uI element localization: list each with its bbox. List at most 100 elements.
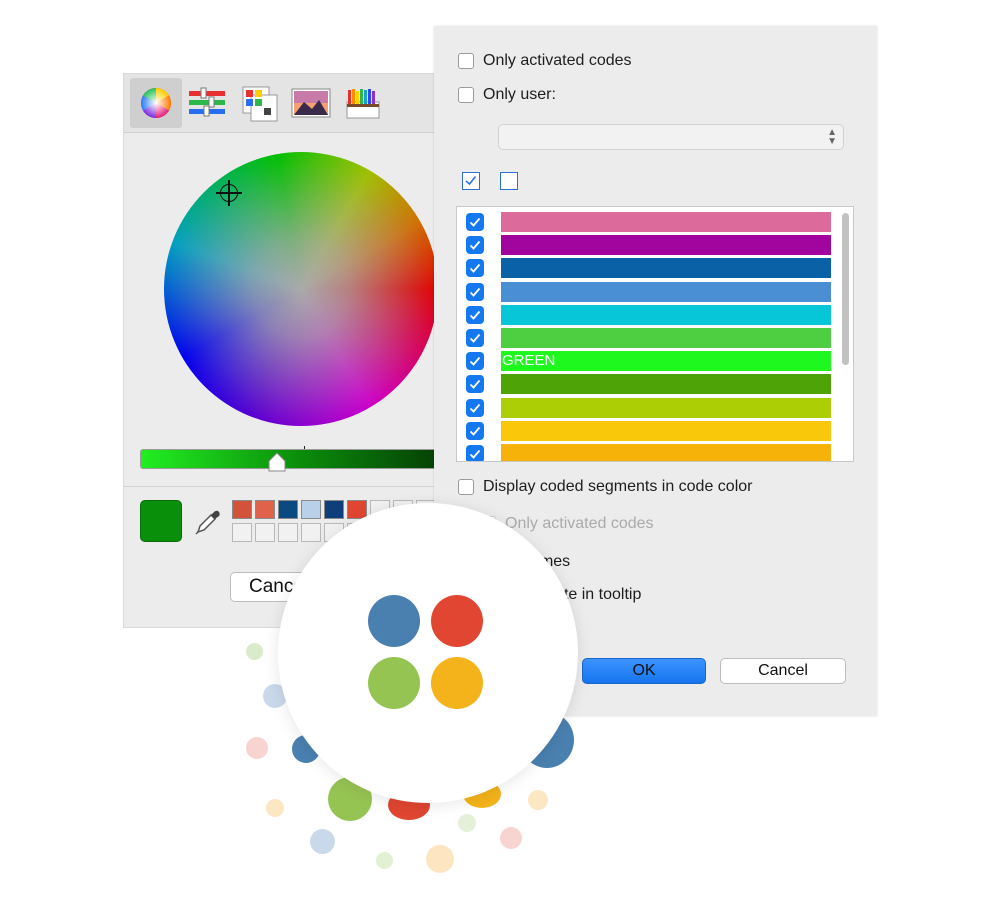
code-color-bar[interactable] [501,281,831,302]
logo-dot-green [368,657,420,709]
code-checkbox[interactable] [466,236,484,255]
color-swatch[interactable] [255,500,275,519]
user-select[interactable]: ▲ ▼ [498,124,844,150]
color-picker-toolbar [124,74,464,133]
crayons-icon [346,89,380,119]
code-color-bar[interactable] [501,374,831,395]
code-row[interactable] [457,420,837,443]
code-name: GREEN [502,352,556,370]
decor-dot [500,827,522,849]
code-row[interactable] [457,211,837,234]
only-activated-codes-option[interactable]: Only activated codes [458,50,632,72]
color-wheel[interactable] [164,152,438,426]
logo-dot-yellow [431,657,483,709]
code-color-bar[interactable] [501,328,831,348]
color-swatch[interactable] [301,500,321,519]
current-color-swatch[interactable] [140,500,182,542]
color-wheel-icon [140,88,172,118]
code-row[interactable]: GREEN [457,350,837,373]
cancel-button[interactable]: Cancel [720,658,846,684]
decor-dot [426,845,454,873]
code-checkbox[interactable] [466,305,484,324]
checkmark-icon [469,241,481,251]
code-checkbox[interactable] [466,445,484,461]
checkmark-icon [469,380,481,390]
decor-dot [266,799,284,817]
code-checkbox[interactable] [466,329,484,347]
code-color-bar[interactable] [501,258,831,279]
color-swatch[interactable] [324,500,344,519]
color-swatch[interactable] [301,523,321,542]
only-user-option[interactable]: Only user: [458,84,556,106]
code-list[interactable]: GREEN [456,206,854,462]
image-palettes-tab[interactable] [286,78,338,128]
color-wheel-crosshair[interactable] [216,180,242,206]
color-swatch[interactable] [232,523,252,542]
code-color-bar[interactable]: GREEN [501,351,831,372]
code-row[interactable] [457,234,837,257]
code-checkbox[interactable] [466,259,484,278]
code-checkbox[interactable] [466,352,484,371]
code-color-bar[interactable] [501,397,831,418]
checkmark-icon [469,403,481,413]
display-coded-segments-option[interactable]: Display coded segments in code color [458,476,752,498]
decor-dot [376,852,393,869]
code-color-bar[interactable] [501,444,831,461]
decor-dot [246,737,268,759]
color-sliders-tab[interactable] [182,78,234,128]
code-checkbox[interactable] [466,421,484,440]
code-color-bar[interactable] [501,235,831,256]
color-wheel-tab[interactable] [130,78,182,128]
color-swatch[interactable] [232,500,252,519]
code-checkbox[interactable] [466,282,484,301]
ok-button[interactable]: OK [582,658,706,684]
only-user-label: Only user: [483,86,556,103]
code-checkbox[interactable] [466,398,484,417]
checkmark-icon [469,287,481,297]
checkmark-icon [469,264,481,274]
app-logo-circle [278,503,578,803]
only-activated-codes-checkbox[interactable] [458,53,474,69]
only-activated-codes-sub-label: Only activated codes [505,515,654,532]
image-palettes-icon [291,88,331,118]
code-checkbox[interactable] [466,375,484,394]
checkmark-icon [469,357,481,367]
checkmark-icon [469,217,481,227]
eyedropper-icon[interactable] [194,506,222,536]
display-coded-segments-checkbox[interactable] [458,479,474,495]
code-color-bar[interactable] [501,212,831,232]
checkmark-icon [469,333,481,343]
code-row[interactable] [457,397,837,420]
code-row[interactable] [457,281,837,304]
slider-thumb[interactable] [268,452,286,472]
deselect-all-button[interactable] [500,172,518,190]
color-sliders-icon [189,87,225,117]
crayons-tab[interactable] [338,78,390,128]
code-row[interactable] [457,257,837,280]
code-checkbox[interactable] [466,213,484,231]
code-list-scrollbar[interactable] [842,213,849,365]
checkmark-icon [465,176,477,186]
checkmark-icon [469,426,481,436]
code-row[interactable] [457,327,837,350]
color-palettes-tab[interactable] [234,78,286,128]
code-row[interactable] [457,304,837,327]
logo-dot-blue [368,595,420,647]
brightness-slider[interactable] [140,449,464,469]
code-row[interactable] [457,373,837,396]
select-arrows-icon: ▲ ▼ [827,127,837,147]
only-activated-codes-label: Only activated codes [483,52,632,69]
only-user-checkbox[interactable] [458,87,474,103]
code-row[interactable] [457,443,837,461]
color-swatch[interactable] [255,523,275,542]
code-color-bar[interactable] [501,420,831,441]
decor-dot [310,829,335,854]
code-color-bar[interactable] [501,304,831,325]
color-swatch[interactable] [278,500,298,519]
color-palettes-icon [242,86,278,122]
select-all-button[interactable] [462,172,480,190]
checkmark-icon [469,449,481,459]
decor-dot [458,814,476,832]
color-swatch[interactable] [278,523,298,542]
logo-dot-red [431,595,483,647]
